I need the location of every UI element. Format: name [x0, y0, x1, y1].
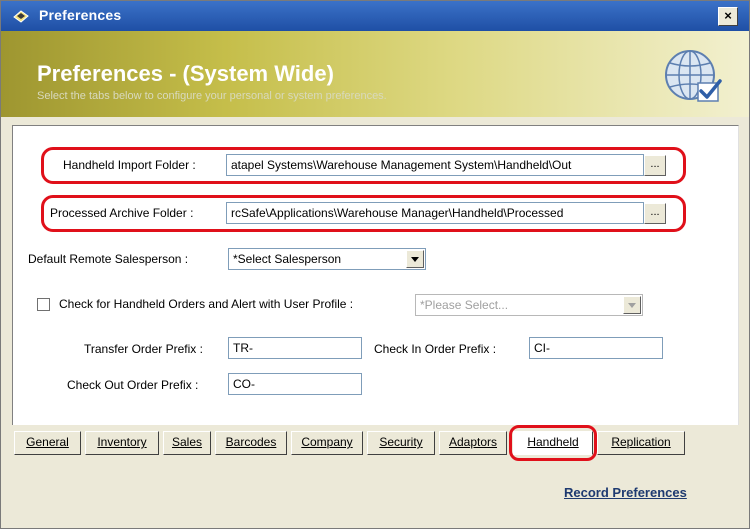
salesperson-select-value: *Select Salesperson [233, 252, 342, 266]
check-orders-label: Check for Handheld Orders and Alert with… [59, 297, 354, 311]
tab-inventory[interactable]: Inventory [85, 431, 159, 455]
tab-company[interactable]: Company [291, 431, 363, 455]
close-button[interactable]: × [718, 7, 738, 26]
tab-barcodes[interactable]: Barcodes [215, 431, 287, 455]
globe-check-icon [665, 50, 722, 102]
import-folder-label: Handheld Import Folder : [63, 158, 196, 172]
checkout-prefix-input[interactable]: CO- [228, 373, 362, 395]
archive-folder-browse-button[interactable]: ... [644, 203, 666, 224]
transfer-prefix-label: Transfer Order Prefix : [84, 342, 203, 356]
chevron-down-icon[interactable] [623, 296, 641, 314]
window-title: Preferences [39, 7, 122, 23]
title-bar[interactable]: Preferences × [1, 1, 749, 31]
preferences-window: Preferences × Preferences - (System Wide… [0, 0, 750, 529]
tab-adaptors[interactable]: Adaptors [439, 431, 507, 455]
preferences-app-icon [13, 10, 29, 23]
check-orders-checkbox[interactable] [37, 298, 50, 311]
checkin-prefix-input[interactable]: CI- [529, 337, 663, 359]
page-title: Preferences - (System Wide) [37, 61, 334, 86]
page-subtitle: Select the tabs below to configure your … [37, 90, 387, 102]
transfer-prefix-input[interactable]: TR- [228, 337, 362, 359]
user-profile-select-placeholder: *Please Select... [420, 298, 509, 312]
salesperson-label: Default Remote Salesperson : [28, 252, 189, 266]
salesperson-select[interactable]: *Select Salesperson [228, 248, 426, 270]
tab-replication[interactable]: Replication [597, 431, 685, 455]
tab-general[interactable]: General [14, 431, 81, 455]
tab-sales[interactable]: Sales [163, 431, 211, 455]
chevron-down-icon[interactable] [406, 250, 424, 268]
archive-folder-input[interactable]: rcSafe\Applications\Warehouse Manager\Ha… [226, 202, 644, 224]
tab-security[interactable]: Security [367, 431, 435, 455]
user-profile-select[interactable]: *Please Select... [415, 294, 643, 316]
checkin-prefix-label: Check In Order Prefix : [374, 342, 497, 356]
handheld-tab-highlight [509, 425, 597, 461]
archive-folder-label: Processed Archive Folder : [50, 206, 194, 220]
checkout-prefix-label: Check Out Order Prefix : [67, 378, 199, 392]
import-folder-input[interactable]: atapel Systems\Warehouse Management Syst… [226, 154, 644, 176]
record-preferences-link[interactable]: Record Preferences [564, 485, 687, 500]
import-folder-browse-button[interactable]: ... [644, 155, 666, 176]
